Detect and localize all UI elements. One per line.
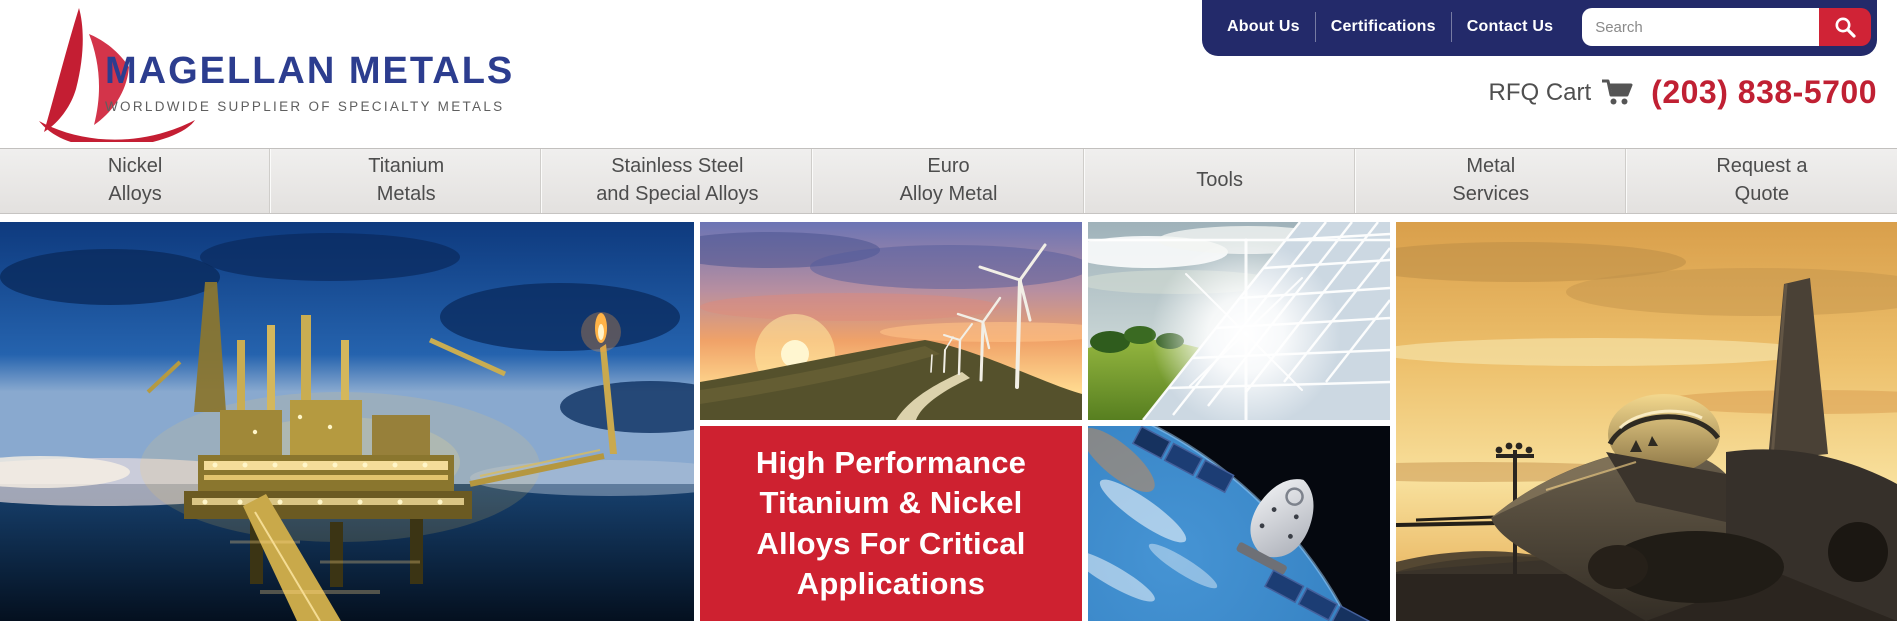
hero-image-wind-turbines bbox=[700, 222, 1082, 420]
brand-tagline: WORLDWIDE SUPPLIER OF SPECIALTY METALS bbox=[105, 98, 505, 114]
nav-item-titanium-metals[interactable]: Titanium Metals bbox=[270, 149, 541, 213]
rfq-cart-label: RFQ Cart bbox=[1488, 78, 1592, 106]
phone-number-link[interactable]: (203) 838-5700 bbox=[1651, 74, 1877, 111]
magellan-metals-homepage: MAGELLAN METALS WORLDWIDE SUPPLIER OF SP… bbox=[0, 0, 1897, 621]
hero-collage: High Performance Titanium & Nickel Alloy… bbox=[0, 222, 1897, 621]
nav-item-tools[interactable]: Tools bbox=[1083, 149, 1355, 213]
search-button[interactable] bbox=[1819, 8, 1871, 46]
rfq-phone-row: RFQ Cart (203) 838-5700 bbox=[1489, 74, 1878, 111]
hero-middle-column-1: High Performance Titanium & Nickel Alloy… bbox=[700, 222, 1082, 621]
nav-item-nickel-alloys[interactable]: Nickel Alloys bbox=[0, 149, 270, 213]
search-icon bbox=[1835, 17, 1856, 38]
site-logo[interactable]: MAGELLAN METALS WORLDWIDE SUPPLIER OF SP… bbox=[35, 4, 535, 144]
hero-middle-column-2 bbox=[1088, 222, 1390, 621]
rfq-cart-link[interactable]: RFQ Cart bbox=[1489, 79, 1636, 107]
contact-us-link[interactable]: Contact Us bbox=[1452, 18, 1568, 36]
hero-image-solar-panels bbox=[1088, 222, 1390, 420]
hero-image-spacecraft bbox=[1088, 426, 1390, 621]
site-header: MAGELLAN METALS WORLDWIDE SUPPLIER OF SP… bbox=[0, 0, 1897, 148]
utility-topbar: About Us Certifications Contact Us bbox=[1202, 0, 1877, 56]
search-input[interactable] bbox=[1582, 8, 1819, 46]
nav-item-request-a-quote[interactable]: Request a Quote bbox=[1625, 149, 1897, 213]
nav-item-euro-alloy-metal[interactable]: Euro Alloy Metal bbox=[812, 149, 1083, 213]
cart-icon bbox=[1602, 79, 1633, 104]
hero-banner: High Performance Titanium & Nickel Alloy… bbox=[700, 426, 1082, 621]
nav-item-metal-services[interactable]: Metal Services bbox=[1354, 149, 1626, 213]
search-box bbox=[1582, 8, 1871, 46]
logo-text: MAGELLAN METALS WORLDWIDE SUPPLIER OF SP… bbox=[105, 50, 515, 114]
nav-item-stainless-steel[interactable]: Stainless Steel and Special Alloys bbox=[541, 149, 812, 213]
main-navigation: Nickel Alloys Titanium Metals Stainless … bbox=[0, 148, 1897, 214]
brand-name: MAGELLAN METALS bbox=[105, 50, 515, 92]
hero-image-fighter-jet bbox=[1396, 222, 1897, 621]
about-us-link[interactable]: About Us bbox=[1212, 18, 1315, 36]
certifications-link[interactable]: Certifications bbox=[1316, 18, 1451, 36]
hero-image-offshore-oil-rig bbox=[0, 222, 694, 621]
